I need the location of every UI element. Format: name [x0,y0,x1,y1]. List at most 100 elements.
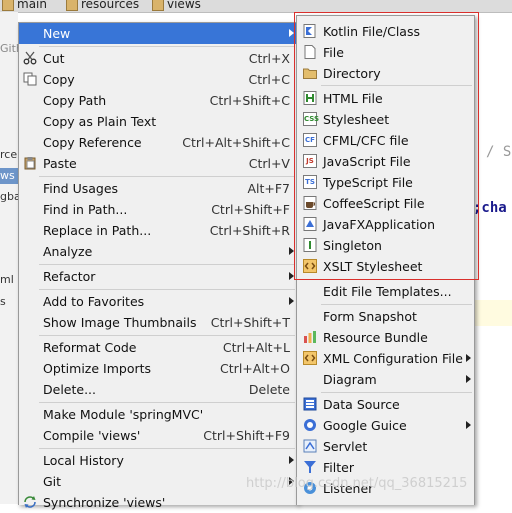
editor-highlight [472,300,512,326]
database-icon [303,397,317,411]
coffeescript-file-icon [303,196,317,210]
copy-icon [23,72,37,86]
menu-item-find-in-path[interactable]: Find in Path... Ctrl+Shift+F [19,199,297,220]
submenu-item-data-source[interactable]: Data Source [297,394,474,415]
menu-item-find-usages[interactable]: Find Usages Alt+F7 [19,178,297,199]
submenu-item-xslt[interactable]: XSLT Stylesheet [297,256,474,277]
menu-separator [321,279,472,280]
submenu-arrow-icon [289,297,294,305]
menu-item-delete[interactable]: Delete... Delete [19,379,297,400]
folder-icon [152,0,164,11]
html-file-icon [303,91,317,105]
menu-separator [39,176,295,177]
submenu-arrow-icon [289,272,294,280]
menu-separator [39,46,295,47]
menu-item-cut[interactable]: Cut Ctrl+X [19,48,297,69]
menu-item-analyze[interactable]: Analyze [19,241,297,262]
menu-item-copy-plain-text[interactable]: Copy as Plain Text [19,111,297,132]
menu-item-copy-reference[interactable]: Copy Reference Ctrl+Alt+Shift+C [19,132,297,153]
breadcrumb-views[interactable]: views [152,0,201,11]
tree-fragment: rce [0,148,18,161]
filter-icon [304,461,316,473]
code-fragment: / S [486,144,512,160]
submenu-item-javafx[interactable]: JavaFXApplication [297,214,474,235]
menu-separator [321,85,472,86]
submenu-item-servlet[interactable]: Servlet [297,436,474,457]
watermark: http://blog.csdn.net/qq_36815215 [246,476,468,491]
submenu-item-filter[interactable]: Filter [297,457,474,478]
folder-icon [2,0,14,11]
submenu-item-cfml[interactable]: CF CFML/CFC file [297,130,474,151]
submenu-item-file[interactable]: File [297,42,474,63]
submenu-item-diagram[interactable]: Diagram [297,369,474,390]
menu-item-replace-in-path[interactable]: Replace in Path... Ctrl+Shift+R [19,220,297,241]
folder-icon [303,68,317,79]
singleton-file-icon [303,238,317,252]
menu-item-refactor[interactable]: Refactor [19,266,297,287]
menu-item-new[interactable]: New [19,23,297,44]
typescript-file-icon: TS [303,175,317,189]
kotlin-file-icon [303,24,316,38]
menu-item-copy[interactable]: Copy Ctrl+C [19,69,297,90]
submenu-item-form-snapshot[interactable]: Form Snapshot [297,306,474,327]
menu-item-reformat-code[interactable]: Reformat Code Ctrl+Alt+L [19,337,297,358]
menu-item-add-to-favorites[interactable]: Add to Favorites [19,291,297,312]
submenu-arrow-icon [289,456,294,464]
menu-item-paste[interactable]: Paste Ctrl+V [19,153,297,174]
xslt-file-icon [303,259,317,273]
menu-separator [39,335,295,336]
menu-item-make-module[interactable]: Make Module 'springMVC' [19,404,297,425]
tree-fragment: ws [0,169,15,182]
context-menu: New Cut Ctrl+X Copy Ctrl+C Copy Path Ctr… [18,22,298,510]
file-icon [304,45,316,59]
menu-item-synchronize[interactable]: Synchronize 'views' [19,492,297,513]
submenu-item-edit-file-templates[interactable]: Edit File Templates... [297,281,474,302]
submenu-arrow-icon [289,247,294,255]
new-submenu: Kotlin File/Class File Directory HTML Fi… [296,15,475,505]
servlet-icon [303,439,317,453]
google-guice-icon [304,419,316,431]
submenu-item-html-file[interactable]: HTML File [297,88,474,109]
sync-icon [24,496,36,508]
submenu-item-singleton[interactable]: Singleton [297,235,474,256]
submenu-arrow-icon [466,375,471,383]
project-tree-edge [0,12,18,504]
breadcrumb-resources[interactable]: resources [66,0,139,11]
submenu-item-coffeescript[interactable]: CoffeeScript File [297,193,474,214]
submenu-item-typescript[interactable]: TS TypeScript File [297,172,474,193]
submenu-item-stylesheet[interactable]: CSS Stylesheet [297,109,474,130]
submenu-item-xml-configuration[interactable]: XML Configuration File [297,348,474,369]
menu-item-copy-path[interactable]: Copy Path Ctrl+Shift+C [19,90,297,111]
submenu-arrow-icon [466,354,471,362]
menu-separator [39,448,295,449]
paste-icon [24,157,36,170]
submenu-arrow-icon [289,29,294,37]
submenu-item-javascript[interactable]: JS JavaScript File [297,151,474,172]
menu-separator [39,402,295,403]
submenu-item-resource-bundle[interactable]: Resource Bundle [297,327,474,348]
tree-fragment: ml [0,273,14,286]
menu-item-optimize-imports[interactable]: Optimize Imports Ctrl+Alt+O [19,358,297,379]
css-file-icon: CSS [303,112,319,126]
menu-item-local-history[interactable]: Local History [19,450,297,471]
menu-separator [39,264,295,265]
menu-separator [321,392,472,393]
menu-item-show-image-thumbnails[interactable]: Show Image Thumbnails Ctrl+Shift+T [19,312,297,333]
tree-fragment: s [0,295,6,308]
scissors-icon [23,51,37,65]
javascript-file-icon: JS [303,154,317,168]
breadcrumb-main[interactable]: main [2,0,47,11]
folder-icon [66,0,78,11]
submenu-arrow-icon [466,421,471,429]
submenu-item-directory[interactable]: Directory [297,63,474,84]
code-fragment: ;cha [473,200,507,216]
resource-bundle-icon [304,331,316,343]
submenu-item-google-guice[interactable]: Google Guice [297,415,474,436]
javafx-file-icon [303,217,317,231]
menu-separator [321,304,472,305]
submenu-item-kotlin[interactable]: Kotlin File/Class [297,21,474,42]
menu-item-compile[interactable]: Compile 'views' Ctrl+Shift+F9 [19,425,297,446]
menu-separator [39,289,295,290]
xml-file-icon [303,351,317,365]
cfml-file-icon: CF [303,133,317,147]
